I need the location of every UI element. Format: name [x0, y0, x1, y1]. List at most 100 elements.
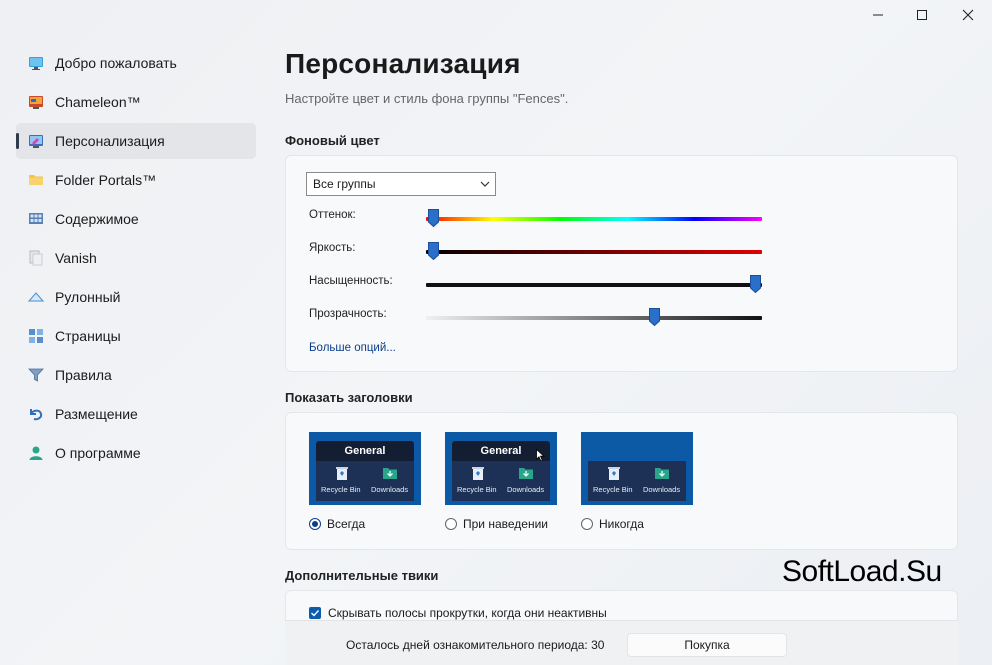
personalize-icon: [28, 133, 44, 149]
recycle-bin-icon: [472, 467, 484, 480]
radio-label: Всегда: [327, 517, 366, 531]
downloads-label: Downloads: [643, 485, 681, 494]
sidebar-item-label: Рулонный: [55, 289, 121, 305]
buy-button[interactable]: Покупка: [627, 633, 787, 657]
saturation-slider-row: Насыщенность:: [309, 275, 769, 295]
chevron-down-icon: [480, 181, 490, 187]
filter-icon: [28, 367, 44, 383]
brightness-track[interactable]: [426, 242, 762, 260]
sidebar-item-placement[interactable]: Размещение: [16, 396, 256, 432]
downloads-label: Downloads: [507, 485, 545, 494]
sidebar-item-label: Персонализация: [55, 133, 165, 149]
maximize-button[interactable]: [899, 0, 945, 30]
brightness-label: Яркость:: [309, 242, 356, 254]
close-icon: [962, 9, 974, 21]
downloads-label: Downloads: [371, 485, 409, 494]
downloads-folder-icon: [383, 468, 397, 479]
section-title-extra-tweaks: Дополнительные твики: [285, 568, 439, 583]
brightness-slider-row: Яркость:: [309, 242, 769, 262]
brightness-thumb[interactable]: [427, 242, 439, 260]
recycle-bin-label: Recycle Bin: [457, 485, 497, 494]
sidebar-item-label: Folder Portals™: [55, 172, 157, 188]
sidebar-item-welcome[interactable]: Добро пожаловать: [16, 45, 256, 81]
radio-button[interactable]: [581, 518, 593, 530]
radio-label: При наведении: [463, 517, 548, 531]
chameleon-icon: [28, 94, 44, 110]
group-select[interactable]: Все группы: [306, 172, 496, 196]
hue-thumb[interactable]: [427, 209, 439, 227]
radio-on-hover[interactable]: При наведении: [445, 517, 548, 531]
vanish-icon: [28, 250, 44, 266]
radio-never[interactable]: Никогда: [581, 517, 644, 531]
folder-icon: [28, 172, 44, 188]
sidebar-item-label: О программе: [55, 445, 141, 461]
sidebar-item-chameleon[interactable]: Chameleon™: [16, 84, 256, 120]
preview-never[interactable]: Recycle Bin Downloads: [581, 432, 693, 505]
sidebar-item-vanish[interactable]: Vanish: [16, 240, 256, 276]
trial-days-text: Осталось дней ознакомительного периода: …: [346, 638, 605, 652]
sidebar-item-label: Chameleon™: [55, 94, 141, 110]
transparency-track[interactable]: [426, 308, 762, 326]
fence-body: Recycle Bin Downloads: [588, 461, 686, 501]
watermark: SoftLoad.Su: [782, 555, 942, 588]
downloads-folder-icon: [519, 468, 533, 479]
sidebar-item-label: Правила: [55, 367, 112, 383]
radio-always[interactable]: Всегда: [309, 517, 365, 531]
minimize-icon: [873, 14, 883, 16]
monitor-icon: [28, 55, 44, 71]
page-subtitle: Настройте цвет и стиль фона группы "Fenc…: [285, 91, 569, 106]
sidebar-item-label: Добро пожаловать: [55, 55, 177, 71]
sidebar-item-personalization[interactable]: Персонализация: [16, 123, 256, 159]
close-button[interactable]: [945, 0, 991, 30]
person-icon: [28, 445, 44, 461]
transparency-label: Прозрачность:: [309, 308, 387, 320]
saturation-track[interactable]: [426, 275, 762, 293]
recycle-bin-label: Recycle Bin: [321, 485, 361, 494]
trial-footer: Осталось дней ознакомительного периода: …: [285, 620, 958, 665]
pages-icon: [28, 328, 44, 344]
rollup-icon: [28, 289, 44, 305]
saturation-thumb[interactable]: [750, 275, 762, 293]
sidebar-item-label: Содержимое: [55, 211, 139, 227]
sidebar-item-rules[interactable]: Правила: [16, 357, 256, 393]
hue-slider-row: Оттенок:: [309, 209, 769, 229]
transparency-slider-row: Прозрачность:: [309, 308, 769, 328]
hide-scrollbars-label: Скрывать полосы прокрутки, когда они неа…: [328, 606, 607, 620]
radio-label: Никогда: [599, 517, 644, 531]
downloads-folder-icon: [655, 468, 669, 479]
minimize-button[interactable]: [855, 0, 901, 30]
grid-icon: [28, 211, 44, 227]
preview-always[interactable]: General Recycle Bin Downloads: [309, 432, 421, 505]
hue-track[interactable]: [426, 209, 762, 227]
sidebar-item-label: Страницы: [55, 328, 121, 344]
undo-icon: [28, 406, 44, 422]
radio-button[interactable]: [445, 518, 457, 530]
sidebar-nav: Добро пожаловать Chameleon™ Персонализац…: [16, 45, 256, 474]
sidebar-item-label: Размещение: [55, 406, 138, 422]
hue-label: Оттенок:: [309, 209, 356, 221]
section-title-background-color: Фоновый цвет: [285, 133, 380, 148]
saturation-label: Насыщенность:: [309, 275, 393, 287]
page-title: Персонализация: [285, 48, 521, 79]
sidebar-item-label: Vanish: [55, 250, 97, 266]
recycle-bin-icon: [336, 467, 348, 480]
maximize-icon: [917, 10, 927, 20]
recycle-bin-label: Recycle Bin: [593, 485, 633, 494]
show-titles-card: General Recycle Bin Downloads Всегда Gen…: [285, 412, 958, 550]
sidebar-item-about[interactable]: О программе: [16, 435, 256, 471]
transparency-thumb[interactable]: [649, 308, 661, 326]
fence-body: Recycle Bin Downloads: [316, 461, 414, 501]
more-options-link[interactable]: Больше опций...: [309, 342, 396, 354]
recycle-bin-icon: [608, 467, 620, 480]
hide-scrollbars-checkbox[interactable]: [309, 607, 321, 619]
preview-on-hover[interactable]: General Recycle Bin Downloads: [445, 432, 557, 505]
background-color-card: Все группы Оттенок: Яркость: Насыщенност…: [285, 155, 958, 372]
radio-button[interactable]: [309, 518, 321, 530]
sidebar-item-content[interactable]: Содержимое: [16, 201, 256, 237]
sidebar-item-pages[interactable]: Страницы: [16, 318, 256, 354]
checkmark-icon: [311, 610, 320, 617]
fence-body: Recycle Bin Downloads: [452, 461, 550, 501]
sidebar-item-rollup[interactable]: Рулонный: [16, 279, 256, 315]
sidebar-item-folder-portals[interactable]: Folder Portals™: [16, 162, 256, 198]
section-title-show-titles: Показать заголовки: [285, 390, 413, 405]
